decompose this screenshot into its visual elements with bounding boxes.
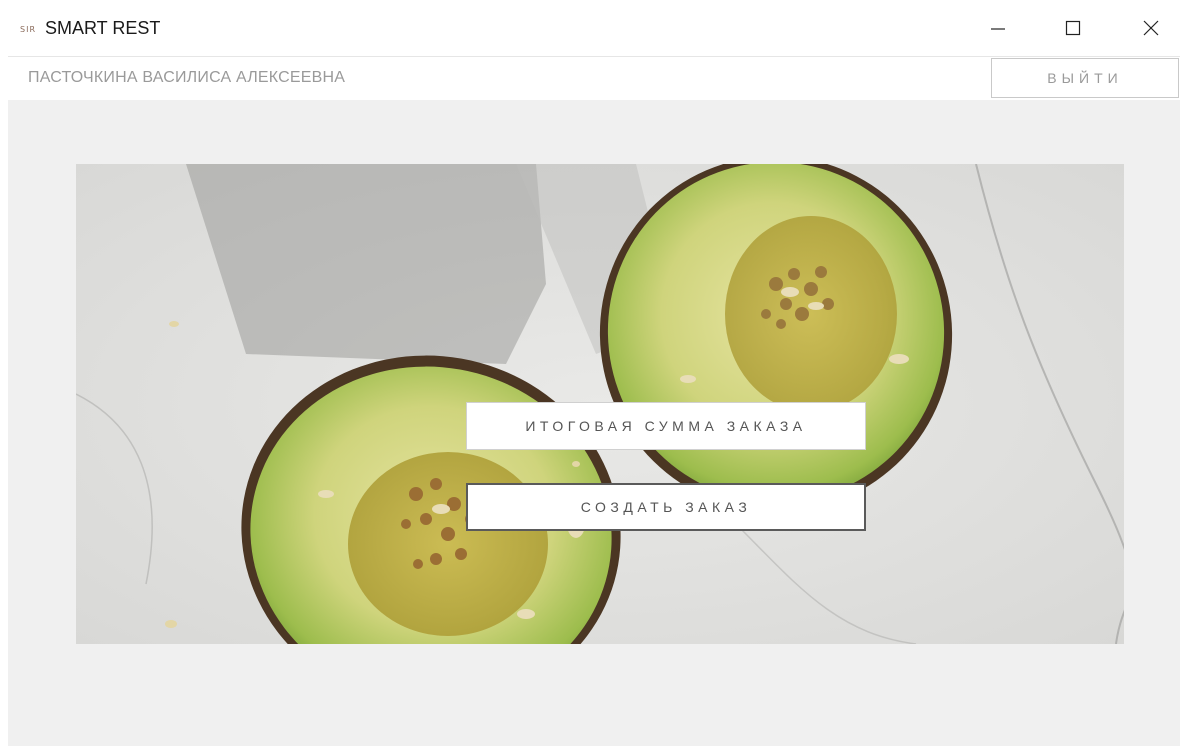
- main-content: ИТОГОВАЯ СУММА ЗАКАЗА СОЗДАТЬ ЗАКАЗ: [8, 100, 1180, 746]
- window-title: SMART REST: [45, 18, 161, 38]
- hero-image: ИТОГОВАЯ СУММА ЗАКАЗА СОЗДАТЬ ЗАКАЗ: [76, 164, 1124, 644]
- user-bar: ПАСТОЧКИНА ВАСИЛИСА АЛЕКСЕЕВНА ВЫЙТИ: [8, 56, 1180, 101]
- create-order-button[interactable]: СОЗДАТЬ ЗАКАЗ: [466, 483, 866, 531]
- maximize-button[interactable]: [1050, 8, 1096, 48]
- order-total-button[interactable]: ИТОГОВАЯ СУММА ЗАКАЗА: [466, 402, 866, 450]
- title-bar: SIR SMART REST: [0, 0, 1180, 56]
- minimize-icon: [991, 28, 1005, 30]
- close-button[interactable]: [1128, 8, 1174, 48]
- close-icon: [1143, 20, 1159, 36]
- maximize-icon: [1065, 20, 1081, 36]
- logout-button[interactable]: ВЫЙТИ: [991, 58, 1179, 98]
- app-logo-icon: SIR: [20, 25, 36, 34]
- minimize-button[interactable]: [975, 8, 1021, 48]
- user-name-label: ПАСТОЧКИНА ВАСИЛИСА АЛЕКСЕЕВНА: [28, 69, 346, 86]
